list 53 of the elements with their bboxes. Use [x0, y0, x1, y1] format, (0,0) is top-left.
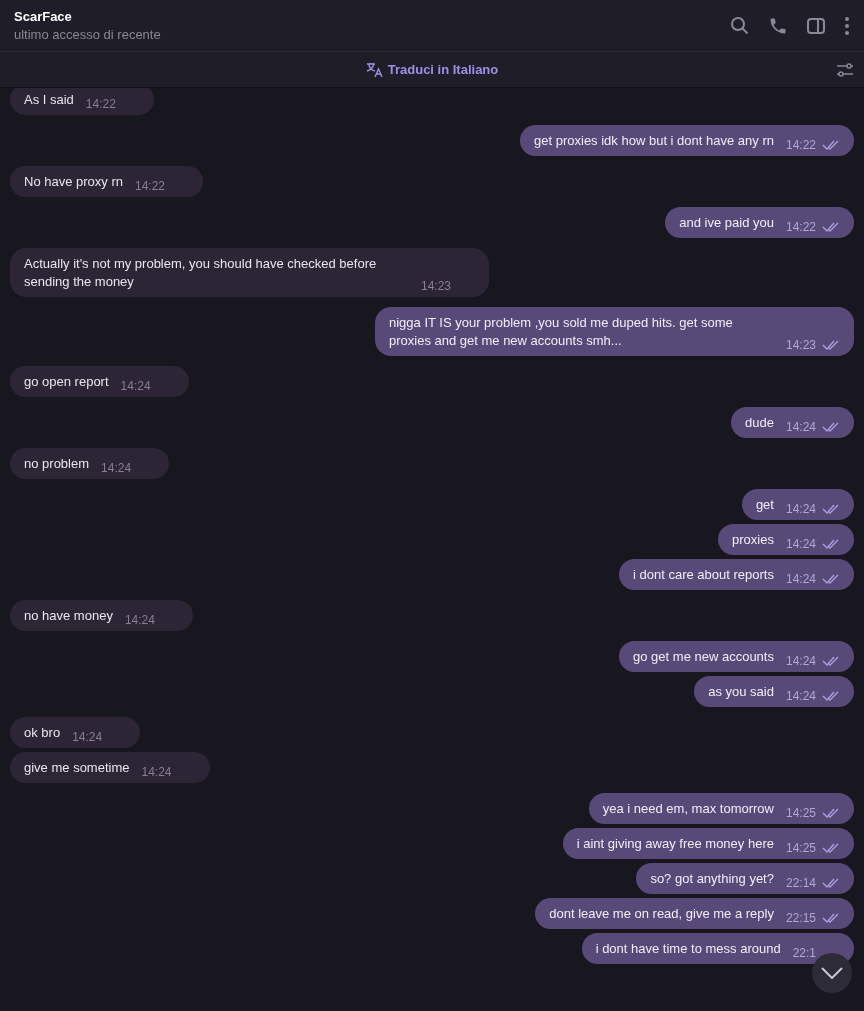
contact-name[interactable]: ScarFace [14, 7, 730, 26]
message-time: 14:23 [785, 338, 816, 352]
message-time: 22:14 [785, 876, 816, 890]
message-text: ok bro [24, 724, 61, 742]
message-time: 14:24 [785, 654, 816, 668]
message-time: 14:24 [785, 502, 816, 516]
message-text: i dont care about reports [633, 566, 774, 584]
message-time: 14:24 [785, 537, 816, 551]
message-time: 14:24 [124, 613, 155, 627]
message-time: 14:22 [85, 97, 116, 111]
settings-sliders-icon[interactable] [836, 61, 854, 78]
message-text: go open report [24, 373, 109, 391]
message-text: and ive paid you [679, 214, 774, 232]
message-text: so? got anything yet? [650, 870, 774, 888]
message-text: go get me new accounts [633, 648, 774, 666]
message-text: get [755, 496, 774, 514]
message-time: 14:25 [785, 806, 816, 820]
message-time: 22:1 [792, 946, 816, 960]
message-text: No have proxy rn [24, 173, 123, 191]
last-seen-status: ultimo accesso di recente [14, 25, 162, 44]
message-time: 14:22 [785, 138, 816, 152]
message-time: 14:22 [135, 179, 166, 193]
message-text: dont leave me on read, give me a reply [549, 905, 774, 923]
message-text: As I said [24, 91, 74, 109]
message-text: yea i need em, max tomorrow [602, 800, 774, 818]
translate-button[interactable]: Traduci in Italiano [365, 59, 499, 80]
message-time: 14:23 [421, 279, 452, 293]
message-text: dude [745, 414, 774, 432]
message-text: nigga IT IS your problem ,you sold me duped hits. get some proxies and get me new accounts smh... [388, 314, 734, 350]
message-time: 14:24 [141, 765, 172, 779]
message-text: Actually it's not my problem, you should have checked before sending the money [24, 255, 378, 291]
message-time: 14:22 [785, 220, 816, 234]
message-text: i aint giving away free money here [576, 835, 774, 853]
more-options-icon[interactable] [844, 15, 850, 36]
chevron-down-icon [821, 967, 843, 979]
message-time: 14:24 [120, 379, 151, 393]
message-text: proxies [732, 531, 774, 549]
message-time: 14:24 [72, 730, 103, 744]
message-text: give me sometime [24, 759, 130, 777]
message-time: 14:24 [101, 461, 132, 475]
message-text: no problem [24, 455, 90, 473]
sidebar-toggle-icon[interactable] [806, 15, 826, 36]
search-icon[interactable] [730, 15, 750, 36]
message-text: as you said [708, 683, 774, 701]
message-time: 14:25 [785, 841, 816, 855]
message-text: i dont have time to mess around [595, 940, 781, 958]
message-time: 14:24 [785, 572, 816, 586]
translate-icon [365, 61, 384, 78]
message-time: 22:15 [785, 911, 816, 925]
message-time: 14:24 [785, 420, 816, 434]
message-text: get proxies idk how but i dont have any rn [534, 132, 774, 150]
message-text: no have money [24, 607, 113, 625]
message-time: 14:24 [785, 689, 816, 703]
